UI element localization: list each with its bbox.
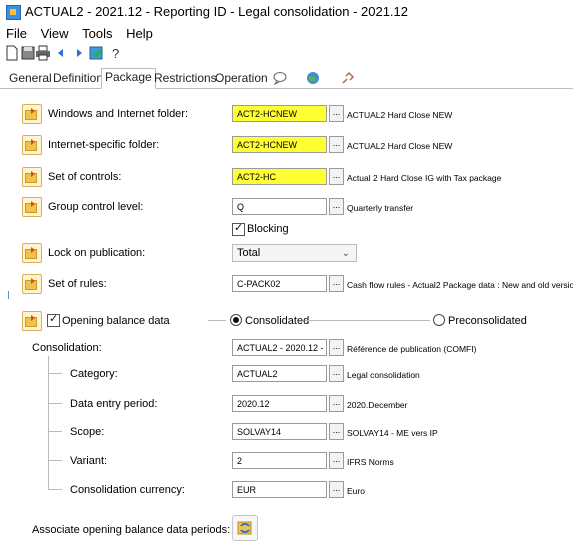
folder-picker-icon[interactable]	[22, 197, 42, 217]
folder-picker-icon[interactable]	[22, 311, 42, 331]
windows-folder-label: Windows and Internet folder:	[48, 108, 189, 120]
category-field[interactable]: ACTUAL2	[232, 365, 327, 382]
arrow-right-icon[interactable]	[69, 45, 85, 61]
windows-folder-field[interactable]: ACT2-HCNEW	[232, 105, 327, 122]
consolidated-label: Consolidated	[245, 315, 310, 327]
menu-help[interactable]: Help	[126, 26, 153, 41]
comment-tab-icon[interactable]	[272, 70, 288, 86]
tab-package[interactable]: Package	[101, 68, 156, 89]
tab-operation[interactable]: Operation	[212, 70, 271, 87]
scope-desc: SOLVAY14 - ME vers IP	[347, 428, 438, 438]
link-tab-icon[interactable]	[340, 70, 356, 86]
data-entry-field[interactable]: 2020.12	[232, 395, 327, 412]
category-browse-button[interactable]: ...	[329, 365, 344, 382]
category-label: Category:	[70, 368, 118, 380]
internet-folder-browse-button[interactable]: ...	[329, 136, 344, 153]
folder-picker-icon[interactable]	[22, 135, 42, 155]
folder-picker-icon[interactable]	[22, 104, 42, 124]
group-control-label: Group control level:	[48, 201, 144, 213]
currency-browse-button[interactable]: ...	[329, 481, 344, 498]
scope-field[interactable]: SOLVAY14	[232, 423, 327, 440]
globe-tab-icon[interactable]	[305, 70, 321, 86]
preconsolidated-radio[interactable]	[433, 314, 445, 326]
help-icon[interactable]: ?	[108, 45, 124, 61]
data-entry-desc: 2020.December	[347, 400, 408, 410]
lock-select-value: Total	[237, 247, 261, 259]
save-icon[interactable]	[20, 45, 36, 61]
set-rules-label: Set of rules:	[48, 278, 107, 290]
group-control-browse-button[interactable]: ...	[329, 198, 344, 215]
window-title: ACTUAL2 - 2021.12 - Reporting ID - Legal…	[25, 4, 408, 19]
opening-balance-checkbox[interactable]	[47, 312, 60, 327]
currency-label: Consolidation currency:	[70, 484, 185, 496]
set-controls-field[interactable]: ACT2-HC	[232, 168, 327, 185]
data-entry-label: Data entry period:	[70, 398, 158, 410]
tree-line	[48, 373, 62, 374]
folder-picker-icon[interactable]	[22, 243, 42, 263]
group-control-desc: Quarterly transfer	[347, 203, 414, 213]
validate-icon[interactable]	[89, 45, 105, 61]
internet-folder-desc: ACTUAL2 Hard Close NEW	[347, 141, 453, 151]
new-document-icon[interactable]	[4, 45, 20, 61]
variant-browse-button[interactable]: ...	[329, 452, 344, 469]
set-rules-browse-button[interactable]: ...	[329, 275, 344, 292]
windows-folder-desc: ACTUAL2 Hard Close NEW	[347, 110, 453, 120]
tab-bar: General Definition Package Restrictions …	[0, 68, 573, 89]
set-rules-field[interactable]: C-PACK02	[232, 275, 327, 292]
tab-restrictions[interactable]: Restrictions	[151, 70, 220, 87]
currency-field[interactable]: EUR	[232, 481, 327, 498]
windows-folder-browse-button[interactable]: ...	[329, 105, 344, 122]
title-bar: ACTUAL2 - 2021.12 - Reporting ID - Legal…	[0, 0, 573, 24]
folder-picker-icon[interactable]	[22, 167, 42, 187]
variant-field[interactable]: 2	[232, 452, 327, 469]
set-controls-browse-button[interactable]: ...	[329, 168, 344, 185]
variant-label: Variant:	[70, 455, 108, 467]
scope-browse-button[interactable]: ...	[329, 423, 344, 440]
variant-desc: IFRS Norms	[347, 457, 394, 467]
currency-desc: Euro	[347, 486, 365, 496]
lock-select[interactable]: Total ⌄	[232, 244, 357, 262]
tree-line	[48, 356, 49, 489]
preconsolidated-label: Preconsolidated	[448, 315, 527, 327]
set-rules-desc: Cash flow rules - Actual2 Package data :…	[347, 280, 573, 290]
folder-picker-icon[interactable]	[22, 274, 42, 294]
separator-line	[305, 320, 430, 321]
consolidation-label: Consolidation:	[32, 342, 102, 354]
data-entry-browse-button[interactable]: ...	[329, 395, 344, 412]
set-controls-desc: Actual 2 Hard Close IG with Tax package	[347, 173, 502, 183]
blocking-checkbox[interactable]	[232, 221, 245, 236]
app-icon	[6, 5, 21, 20]
set-controls-label: Set of controls:	[48, 171, 122, 183]
internet-folder-label: Internet-specific folder:	[48, 139, 160, 151]
tab-definition[interactable]: Definition	[50, 70, 106, 87]
svg-text:?: ?	[112, 46, 119, 61]
tree-line	[48, 460, 62, 461]
menu-file[interactable]: File	[6, 26, 27, 41]
separator-line	[208, 320, 226, 321]
consolidated-radio[interactable]	[230, 314, 242, 326]
consolidation-field[interactable]: ACTUAL2 - 2020.12 - S	[232, 339, 327, 356]
associate-label: Associate opening balance data periods:	[32, 524, 231, 536]
edge-marker	[8, 291, 9, 299]
scope-label: Scope:	[70, 426, 105, 438]
chevron-down-icon: ⌄	[341, 248, 350, 259]
tree-line	[48, 431, 62, 432]
tab-general[interactable]: General	[6, 70, 55, 87]
tree-line	[48, 489, 62, 490]
lock-label: Lock on publication:	[48, 247, 146, 259]
associate-periods-button[interactable]	[232, 515, 258, 541]
opening-balance-label: Opening balance data	[62, 315, 170, 327]
blocking-label: Blocking	[247, 223, 289, 235]
internet-folder-field[interactable]: ACT2-HCNEW	[232, 136, 327, 153]
refresh-icon	[237, 521, 252, 535]
menu-view[interactable]: View	[41, 26, 69, 41]
tree-line	[48, 403, 62, 404]
consolidation-browse-button[interactable]: ...	[329, 339, 344, 356]
print-icon[interactable]	[35, 45, 51, 61]
menu-tools[interactable]: Tools	[82, 26, 112, 41]
menu-bar: File View Tools Help	[0, 26, 157, 44]
group-control-field[interactable]: Q	[232, 198, 327, 215]
consolidation-desc: Référence de publication (COMFI)	[347, 344, 477, 354]
category-desc: Legal consolidation	[347, 370, 420, 380]
